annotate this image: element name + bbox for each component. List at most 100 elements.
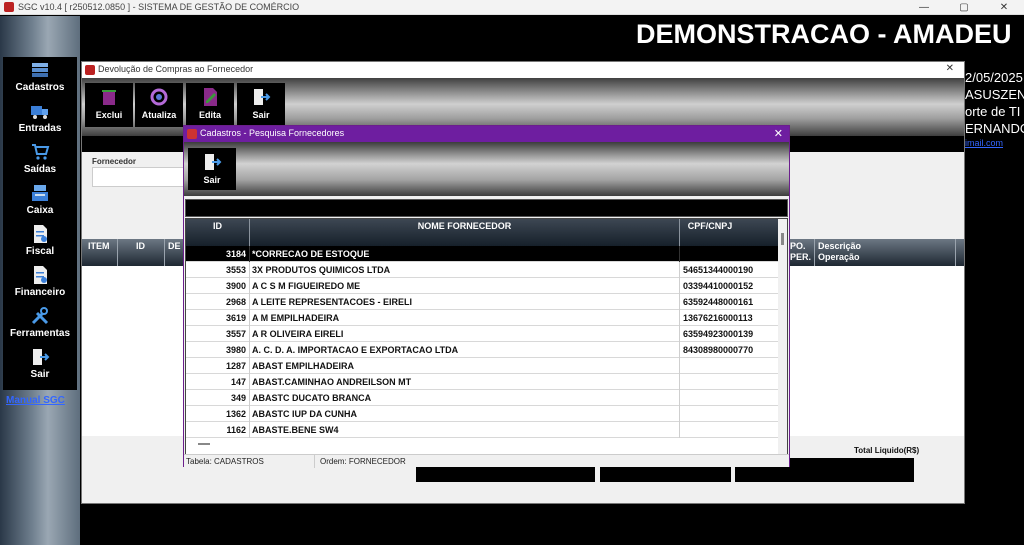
- app-logo-icon: [85, 65, 95, 75]
- dialog-title-bar: Cadastros - Pesquisa Fornecedores ✕: [184, 126, 789, 142]
- cell-cpf-cnpj: 63594923000139: [683, 329, 754, 339]
- total-liquido-label: Total Liquido(R$): [854, 446, 920, 455]
- cell-id: 2968: [225, 297, 246, 307]
- sidebar-item-label: Cadastros: [15, 82, 65, 93]
- exit-door-icon: [205, 154, 222, 170]
- cell-nome: ABAST EMPILHADEIRA: [252, 361, 355, 371]
- fornecedor-field[interactable]: [92, 167, 192, 187]
- cell-id: 1162: [226, 425, 246, 435]
- table-row[interactable]: 3900 A C S M FIGUEIREDO ME 03394410000152: [186, 278, 778, 294]
- edit-icon: [204, 88, 217, 106]
- cell-cpf-cnpj: 54651344000190: [683, 265, 754, 275]
- dialog-sair-label: Sair: [203, 175, 221, 185]
- cell-id: 3900: [225, 281, 246, 291]
- table-row[interactable]: 3980 A. C. D. A. IMPORTACAO E EXPORTACAO …: [186, 342, 778, 358]
- table-row[interactable]: 3557 A R OLIVEIRA EIRELI 63594923000139: [186, 326, 778, 342]
- exclui-label: Exclui: [95, 110, 123, 120]
- cell-id: 1287: [225, 361, 246, 371]
- info-support: orte de TI: [965, 104, 1021, 119]
- fornecedor-search-input[interactable]: [185, 199, 788, 217]
- table-row[interactable]: 3553 3X PRODUTOS QUIMICOS LTDA 54651344000…: [186, 262, 778, 278]
- cell-nome: *CORRECAO DE ESTOQUE: [252, 249, 370, 259]
- status-table: Tabela: CADASTROS: [186, 457, 264, 466]
- cell-nome: A M EMPILHADEIRA: [252, 313, 340, 323]
- info-user: ERNANDO: [965, 121, 1024, 136]
- fornecedor-label: Fornecedor: [92, 157, 137, 166]
- table-row[interactable]: 2968 A LEITE REPRESENTACOES - EIRELI 63592…: [186, 294, 778, 310]
- fornecedores-search-dialog: Cadastros - Pesquisa Fornecedores ✕ Sair…: [183, 125, 790, 468]
- table-row[interactable]: 3184 *CORRECAO DE ESTOQUE: [186, 246, 778, 262]
- app-title-bar: SGC v10.4 [ r250512.0850 ] - SISTEMA DE …: [0, 0, 1024, 15]
- table-row[interactable]: 1287 ABAST EMPILHADEIRA: [186, 358, 778, 374]
- fornecedores-table: ID NOME FORNECEDOR CPF/CNPJ 3184 *CORRECA…: [185, 218, 788, 455]
- scroll-thumb[interactable]: [781, 233, 784, 245]
- cell-id: 3619: [225, 313, 246, 323]
- database-icon: [32, 63, 48, 77]
- cell-id: 3557: [225, 329, 246, 339]
- cell-id: 147: [230, 377, 246, 387]
- atualiza-button[interactable]: Atualiza: [135, 83, 183, 127]
- cell-nome: 3X PRODUTOS QUIMICOS LTDA: [252, 265, 391, 275]
- vertical-scrollbar[interactable]: [778, 219, 787, 454]
- sidebar-item-label: Entradas: [18, 123, 62, 134]
- cart-icon: [32, 144, 50, 160]
- dialog-close-button[interactable]: ✕: [774, 127, 783, 140]
- info-machine: ASUSZEN: [965, 87, 1024, 102]
- col-cpf-cnpj[interactable]: CPF/CNPJ: [680, 221, 740, 231]
- sair-label: Sair: [252, 110, 270, 120]
- refresh-icon: [150, 88, 168, 106]
- cash-register-icon: [32, 185, 48, 201]
- close-app-button[interactable]: ✕: [984, 0, 1024, 15]
- sidebar-item-entradas[interactable]: Entradas: [3, 98, 77, 139]
- sidebar-item-label: Fiscal: [25, 246, 55, 257]
- tools-icon: [31, 307, 49, 325]
- sidebar-item-caixa[interactable]: Caixa: [3, 180, 77, 221]
- cell-id: 349: [230, 393, 246, 403]
- cell-id: 3980: [225, 345, 246, 355]
- dialog-status-bar: Tabela: CADASTROS Ordem: FORNECEDOR: [184, 454, 789, 468]
- table-row[interactable]: 349 ABASTC DUCATO BRANCA: [186, 390, 778, 406]
- horizontal-scroll-thumb[interactable]: [198, 443, 210, 445]
- col-tipo-oper[interactable]: PO. PER.: [790, 241, 811, 263]
- sidebar-item-sair[interactable]: Sair: [3, 344, 77, 385]
- sidebar-item-ferramentas[interactable]: Ferramentas: [3, 303, 77, 344]
- minimize-button[interactable]: —: [904, 0, 944, 15]
- sidebar-item-cadastros[interactable]: Cadastros: [3, 57, 77, 98]
- col-id[interactable]: ID: [186, 221, 249, 231]
- manual-link[interactable]: Manual SGC: [6, 395, 65, 406]
- col-nome-fornecedor[interactable]: NOME FORNECEDOR: [250, 221, 679, 231]
- sidebar-item-label: Ferramentas: [9, 328, 71, 339]
- sidebar-item-label: Caixa: [26, 205, 54, 216]
- status-order: Ordem: FORNECEDOR: [320, 457, 406, 466]
- col-item[interactable]: ITEM: [88, 241, 110, 252]
- info-email-link[interactable]: imail.com: [965, 138, 1003, 148]
- cell-nome: A R OLIVEIRA EIRELI: [252, 329, 344, 339]
- table-row[interactable]: 147 ABAST.CAMINHAO ANDREILSON MT: [186, 374, 778, 390]
- cell-id: 3184: [225, 249, 246, 259]
- cell-nome: A. C. D. A. IMPORTACAO E EXPORTACAO LTDA: [252, 345, 459, 355]
- devolucao-sair-button[interactable]: Sair: [237, 83, 285, 127]
- atualiza-label: Atualiza: [141, 110, 177, 120]
- table-row[interactable]: 1162 ABASTE.BENE SW4: [186, 422, 778, 438]
- devolucao-close-button[interactable]: ✕: [946, 63, 954, 74]
- maximize-button[interactable]: ▢: [944, 0, 984, 15]
- edita-button[interactable]: Edita: [186, 83, 234, 127]
- sidebar-item-fiscal[interactable]: Fiscal: [3, 221, 77, 262]
- col-de[interactable]: DE: [168, 241, 181, 252]
- table-row[interactable]: 1362 ABASTC IUP DA CUNHA: [186, 406, 778, 422]
- cell-nome: A LEITE REPRESENTACOES - EIRELI: [252, 297, 413, 307]
- sidebar-item-label: Financeiro: [14, 287, 66, 298]
- exit-door-icon: [254, 89, 271, 105]
- col-descricao-operacao[interactable]: Descrição Operação: [818, 241, 861, 263]
- table-row[interactable]: 3619 A M EMPILHADEIRA 13676216000113: [186, 310, 778, 326]
- delete-icon: [102, 90, 116, 105]
- app-logo-icon: [4, 2, 14, 12]
- truck-icon: [31, 106, 48, 119]
- exit-door-icon: [33, 349, 50, 365]
- col-id[interactable]: ID: [136, 241, 145, 252]
- app-title: SGC v10.4 [ r250512.0850 ] - SISTEMA DE …: [18, 2, 300, 12]
- exclui-button[interactable]: Exclui: [85, 83, 133, 127]
- sidebar-item-saidas[interactable]: Saídas: [3, 139, 77, 180]
- dialog-sair-button[interactable]: Sair: [188, 148, 236, 190]
- sidebar-item-financeiro[interactable]: Financeiro: [3, 262, 77, 303]
